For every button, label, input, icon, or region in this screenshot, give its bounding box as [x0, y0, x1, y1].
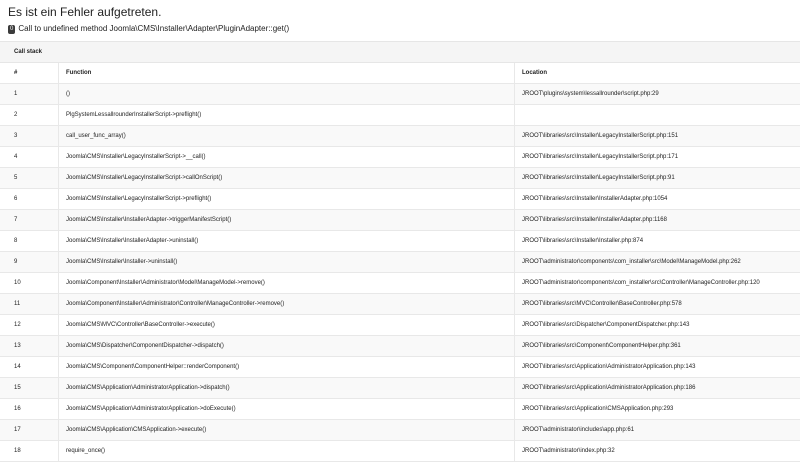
row-num: 5 [0, 168, 59, 189]
row-num: 18 [0, 441, 59, 462]
row-function: Joomla\CMS\Dispatcher\ComponentDispatche… [59, 336, 515, 357]
column-header-num: # [0, 63, 59, 84]
table-row: 8Joomla\CMS\Installer\InstallerAdapter->… [0, 231, 800, 252]
row-function: Joomla\Component\Installer\Administrator… [59, 273, 515, 294]
row-location: JROOT\plugins\system\lessallrounder\scri… [515, 84, 800, 105]
row-num: 4 [0, 147, 59, 168]
table-row: 10Joomla\Component\Installer\Administrat… [0, 273, 800, 294]
table-row: 14Joomla\CMS\Component\ComponentHelper::… [0, 357, 800, 378]
table-row: 11Joomla\Component\Installer\Administrat… [0, 294, 800, 315]
table-row: 9Joomla\CMS\Installer\Installer->uninsta… [0, 252, 800, 273]
error-code-badge: 0 [8, 25, 15, 34]
row-function: PlgSystemLessallrounderInstallerScript->… [59, 105, 515, 126]
table-row: 16Joomla\CMS\Application\AdministratorAp… [0, 399, 800, 420]
row-num: 16 [0, 399, 59, 420]
table-row: 12Joomla\CMS\MVC\Controller\BaseControll… [0, 315, 800, 336]
row-num: 11 [0, 294, 59, 315]
row-function: Joomla\CMS\Installer\InstallerAdapter->u… [59, 231, 515, 252]
row-num: 14 [0, 357, 59, 378]
row-location: JROOT\libraries\src\Application\Administ… [515, 357, 800, 378]
row-function: call_user_func_array() [59, 126, 515, 147]
row-num: 9 [0, 252, 59, 273]
table-row: 5Joomla\CMS\Installer\LegacyInstallerScr… [0, 168, 800, 189]
row-num: 2 [0, 105, 59, 126]
table-row: 4Joomla\CMS\Installer\LegacyInstallerScr… [0, 147, 800, 168]
table-row: 6Joomla\CMS\Installer\LegacyInstallerScr… [0, 189, 800, 210]
row-function: require_once() [59, 441, 515, 462]
row-location: JROOT\administrator\includes\app.php:61 [515, 420, 800, 441]
call-stack-table: # Function Location 1()JROOT\plugins\sys… [0, 63, 800, 462]
row-num: 1 [0, 84, 59, 105]
table-row: 3call_user_func_array()JROOT\libraries\s… [0, 126, 800, 147]
table-row: 15Joomla\CMS\Application\AdministratorAp… [0, 378, 800, 399]
row-location: JROOT\administrator\components\com_insta… [515, 252, 800, 273]
error-message-line: 0 Call to undefined method Joomla\CMS\In… [8, 23, 800, 35]
row-location: JROOT\libraries\src\Installer\LegacyInst… [515, 147, 800, 168]
row-function: Joomla\CMS\MVC\Controller\BaseController… [59, 315, 515, 336]
row-num: 10 [0, 273, 59, 294]
row-num: 8 [0, 231, 59, 252]
row-location: JROOT\libraries\src\Component\ComponentH… [515, 336, 800, 357]
row-function: Joomla\CMS\Installer\LegacyInstallerScri… [59, 147, 515, 168]
row-function: Joomla\Component\Installer\Administrator… [59, 294, 515, 315]
row-function: Joomla\CMS\Application\CMSApplication->e… [59, 420, 515, 441]
table-row: 2PlgSystemLessallrounderInstallerScript-… [0, 105, 800, 126]
row-function: Joomla\CMS\Installer\LegacyInstallerScri… [59, 189, 515, 210]
row-function: Joomla\CMS\Installer\Installer->uninstal… [59, 252, 515, 273]
row-location: JROOT\libraries\src\Application\Administ… [515, 378, 800, 399]
row-function: Joomla\CMS\Installer\LegacyInstallerScri… [59, 168, 515, 189]
row-location: JROOT\libraries\src\Installer\InstallerA… [515, 210, 800, 231]
row-num: 13 [0, 336, 59, 357]
row-location: JROOT\libraries\src\Installer\InstallerA… [515, 189, 800, 210]
row-function: () [59, 84, 515, 105]
row-location: JROOT\libraries\src\Installer\LegacyInst… [515, 126, 800, 147]
row-num: 15 [0, 378, 59, 399]
row-num: 17 [0, 420, 59, 441]
row-function: Joomla\CMS\Application\AdministratorAppl… [59, 378, 515, 399]
row-location: JROOT\libraries\src\MVC\Controller\BaseC… [515, 294, 800, 315]
row-num: 6 [0, 189, 59, 210]
row-location: JROOT\libraries\src\Dispatcher\Component… [515, 315, 800, 336]
table-row: 7Joomla\CMS\Installer\InstallerAdapter->… [0, 210, 800, 231]
row-location: JROOT\libraries\src\Installer\LegacyInst… [515, 168, 800, 189]
error-message: Call to undefined method Joomla\CMS\Inst… [18, 23, 289, 35]
column-header-location: Location [515, 63, 800, 84]
row-num: 3 [0, 126, 59, 147]
table-row: 1()JROOT\plugins\system\lessallrounder\s… [0, 84, 800, 105]
call-stack-section: Call stack # Function Location 1()JROOT\… [0, 41, 800, 462]
table-row: 13Joomla\CMS\Dispatcher\ComponentDispatc… [0, 336, 800, 357]
row-location: JROOT\libraries\src\Application\CMSAppli… [515, 399, 800, 420]
column-header-function: Function [59, 63, 515, 84]
row-function: Joomla\CMS\Installer\InstallerAdapter->t… [59, 210, 515, 231]
row-location: JROOT\administrator\components\com_insta… [515, 273, 800, 294]
error-title: Es ist ein Fehler aufgetreten. [8, 5, 800, 19]
row-location [515, 105, 800, 126]
row-num: 7 [0, 210, 59, 231]
table-row: 17Joomla\CMS\Application\CMSApplication-… [0, 420, 800, 441]
call-stack-heading: Call stack [0, 41, 800, 63]
table-header-row: # Function Location [0, 63, 800, 84]
row-function: Joomla\CMS\Application\AdministratorAppl… [59, 399, 515, 420]
row-num: 12 [0, 315, 59, 336]
table-row: 18require_once()JROOT\administrator\inde… [0, 441, 800, 462]
row-function: Joomla\CMS\Component\ComponentHelper::re… [59, 357, 515, 378]
row-location: JROOT\administrator\index.php:32 [515, 441, 800, 462]
row-location: JROOT\libraries\src\Installer\Installer.… [515, 231, 800, 252]
